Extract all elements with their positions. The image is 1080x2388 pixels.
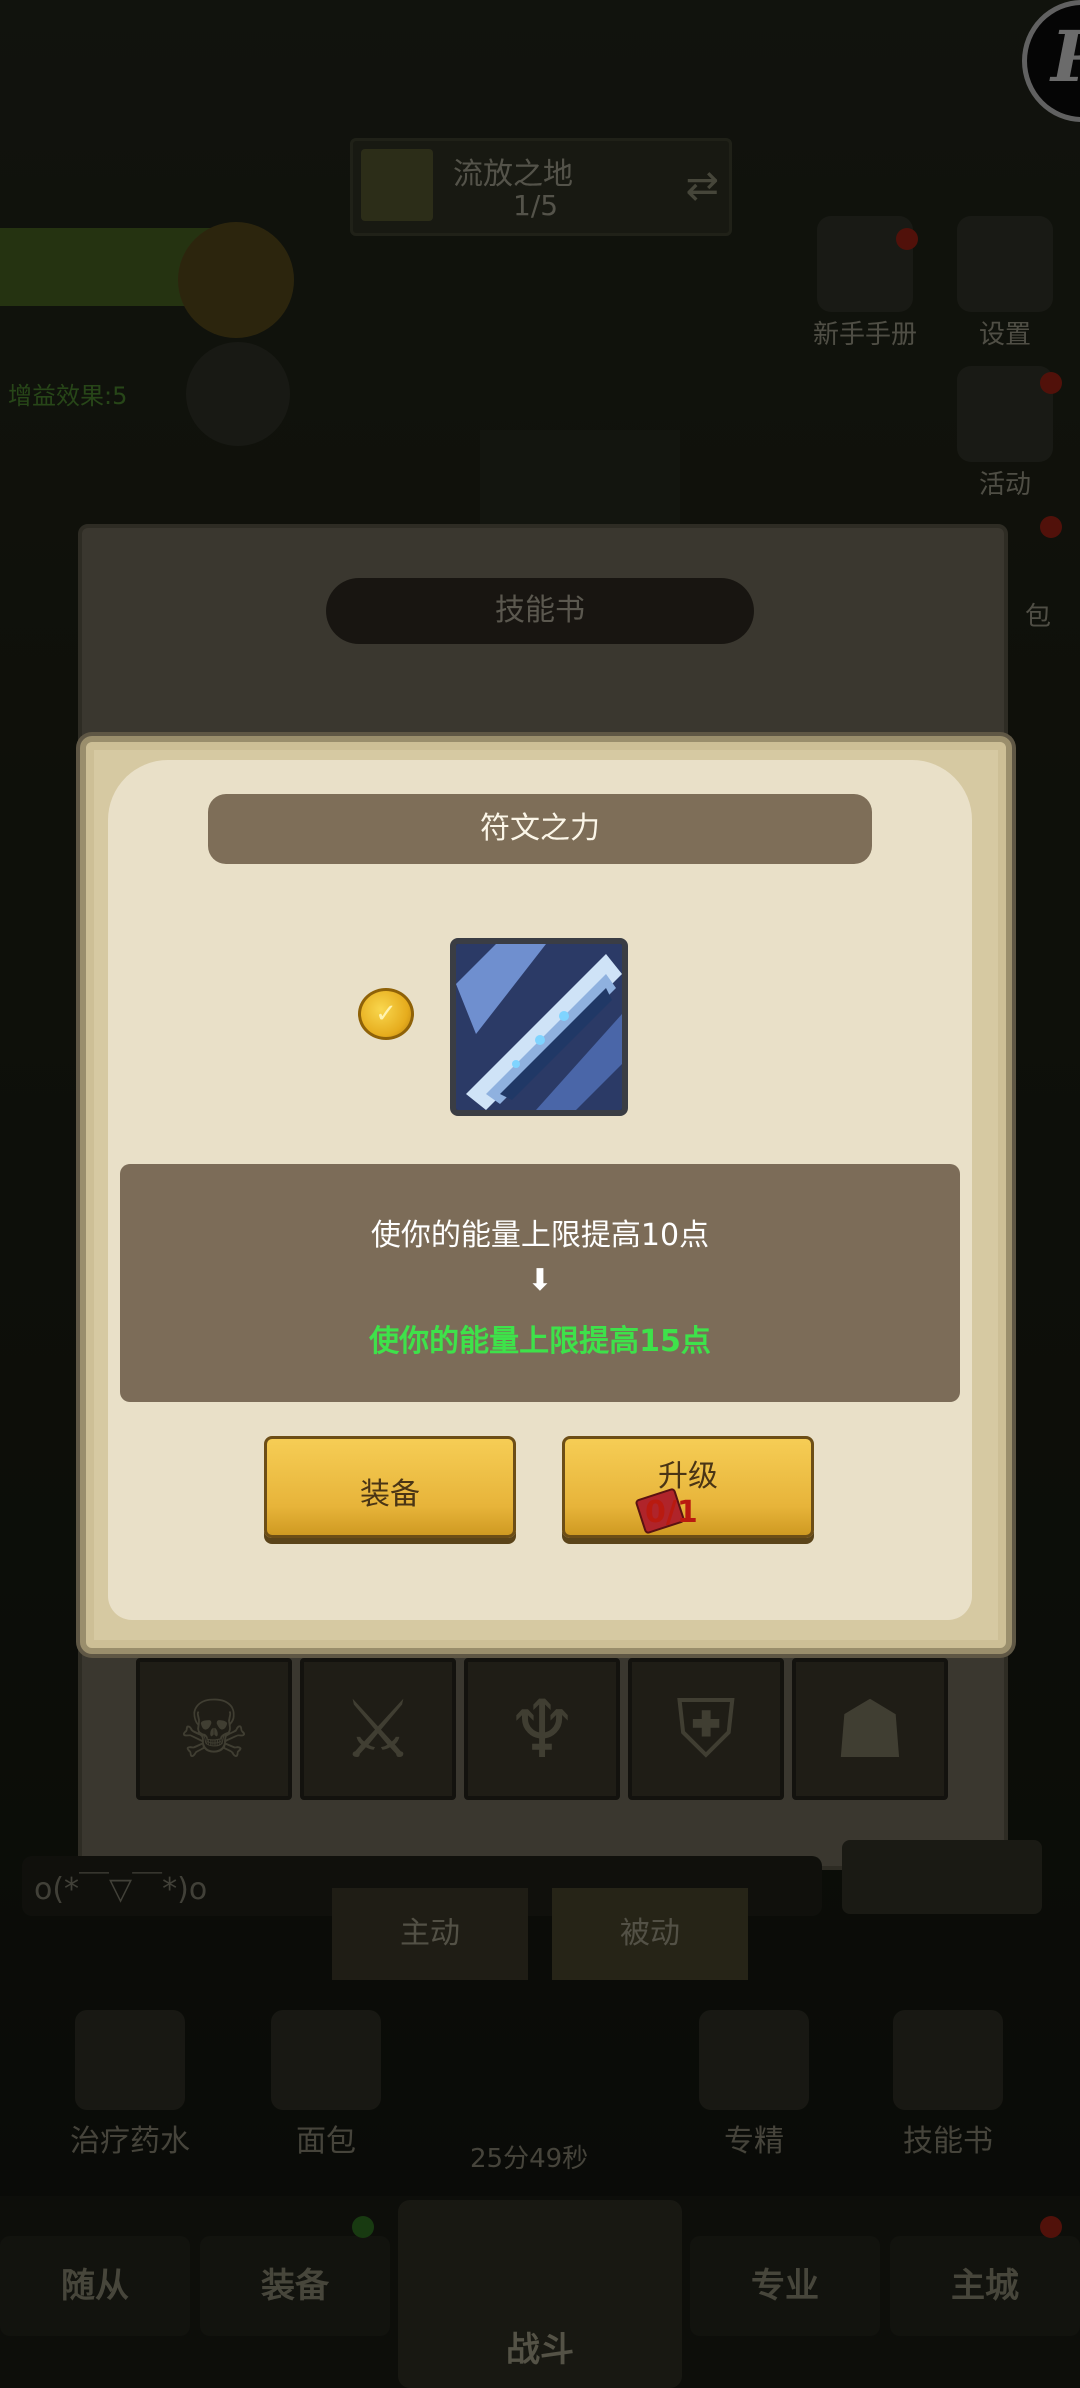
- tool-potion[interactable]: 治疗药水: [40, 2010, 220, 2160]
- next-level-effect: 使你的能量上限提高15点: [369, 1324, 711, 1359]
- skill-slot[interactable]: ♆: [464, 1658, 620, 1800]
- top-menu-settings[interactable]: 设置: [950, 216, 1060, 351]
- sword-icon: ⚔: [342, 1682, 414, 1776]
- scene-structure: [480, 430, 680, 530]
- rune-blade-icon: [450, 938, 628, 1116]
- gold-coin-icon: [178, 222, 294, 338]
- bread-icon: [271, 2010, 381, 2110]
- tool-mastery[interactable]: 专精: [664, 2010, 844, 2160]
- rune-blade-graphic: [456, 944, 622, 1110]
- skill-slot[interactable]: ☗: [792, 1658, 948, 1800]
- swap-icon[interactable]: ⇄: [685, 163, 719, 209]
- skill-book-title: 技能书: [326, 578, 754, 644]
- target-icon: [699, 2010, 809, 2110]
- notification-dot: [352, 2216, 374, 2238]
- game-screen: 流放之地 1/5 ⇄ 增益效果:5 新手手册 设置 活动 包 P 技能书 ☠ ⚔…: [0, 0, 1080, 2388]
- timer: 25分49秒: [470, 2144, 589, 2174]
- top-menu-label: 设置: [978, 320, 1031, 350]
- chat-message: o(*￣▽￣*)o: [34, 1872, 208, 1907]
- top-menu-label: 包: [1024, 602, 1051, 632]
- nav-profession[interactable]: 专业: [690, 2236, 880, 2336]
- tab-active-skills[interactable]: 主动: [332, 1888, 528, 1980]
- upgrade-button[interactable]: 升级 0/1: [562, 1436, 814, 1538]
- nav-companion[interactable]: 随从: [0, 2236, 190, 2336]
- skill-slot[interactable]: ⚔: [300, 1658, 456, 1800]
- top-menu-label: 活动: [978, 470, 1031, 500]
- tool-label: 技能书: [903, 2124, 993, 2159]
- spellbook-icon: [893, 2010, 1003, 2110]
- tab-passive-skills[interactable]: 被动: [552, 1888, 748, 1980]
- calendar-icon: [957, 366, 1053, 462]
- stage-thumbnail: [361, 149, 433, 221]
- equip-button[interactable]: 装备: [264, 1436, 516, 1538]
- equip-button-label: 装备: [360, 1477, 420, 1512]
- skull-icon: ☠: [178, 1682, 250, 1776]
- current-effect: 使你的能量上限提高10点: [370, 1218, 710, 1253]
- down-arrow-icon: ⬇: [527, 1263, 553, 1298]
- skill-slot[interactable]: ⛨: [628, 1658, 784, 1800]
- round-indicator-icon: [186, 342, 290, 446]
- tool-bread[interactable]: 面包: [236, 2010, 416, 2160]
- stage-indicator[interactable]: 流放之地 1/5 ⇄: [350, 138, 732, 236]
- tool-label: 专精: [724, 2124, 784, 2159]
- skill-slot[interactable]: ☠: [136, 1658, 292, 1800]
- notification-dot: [1040, 2216, 1062, 2238]
- shield-icon: ⛨: [676, 1682, 736, 1775]
- notification-dot: [1040, 372, 1062, 394]
- potion-icon: [75, 2010, 185, 2110]
- tool-label: 面包: [296, 2124, 356, 2159]
- top-menu-bag[interactable]: 包: [998, 516, 1078, 633]
- nav-battle[interactable]: 战斗: [398, 2200, 682, 2388]
- demon-icon: ♆: [506, 1682, 578, 1776]
- nav-equipment[interactable]: 装备: [200, 2236, 390, 2336]
- upgrade-button-label: 升级: [658, 1459, 718, 1494]
- upgrade-cost: 0/1: [645, 1495, 698, 1530]
- gear-icon: [957, 216, 1053, 312]
- stage-progress: 1/5: [513, 189, 559, 222]
- bone-icon: ☗: [834, 1682, 906, 1776]
- dialog-title: 符文之力: [208, 794, 872, 864]
- notification-dot: [1040, 516, 1062, 538]
- skill-slot-row: ☠ ⚔ ♆ ⛨ ☗: [132, 1658, 952, 1800]
- tool-skill-book[interactable]: 技能书: [858, 2010, 1038, 2160]
- nav-city[interactable]: 主城: [890, 2236, 1080, 2336]
- buff-text: 增益效果:5: [8, 382, 128, 410]
- chat-send-button[interactable]: [842, 1840, 1042, 1914]
- tool-label: 治疗药水: [70, 2124, 190, 2159]
- stage-name: 流放之地: [453, 157, 573, 192]
- top-menu-label: 新手手册: [812, 320, 917, 350]
- notification-dot: [896, 228, 918, 250]
- gold-coin-icon: ✓: [358, 988, 414, 1040]
